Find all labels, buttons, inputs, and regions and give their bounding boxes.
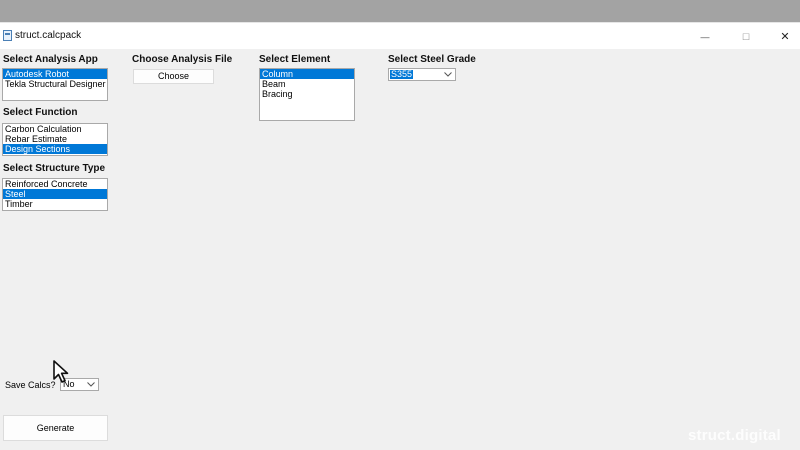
structure-type-option[interactable]: Steel	[3, 189, 107, 199]
window-title: struct.calcpack	[15, 30, 82, 41]
structure-type-option[interactable]: Timber	[3, 199, 107, 209]
close-icon: ✕	[780, 31, 790, 43]
generate-button[interactable]: Generate	[3, 415, 108, 441]
app-icon	[3, 30, 12, 41]
analysis-file-heading: Choose Analysis File	[132, 54, 233, 65]
structure-type-option[interactable]: Reinforced Concrete	[3, 179, 107, 189]
structure-type-heading: Select Structure Type	[3, 163, 106, 174]
element-heading: Select Element	[259, 54, 331, 65]
app-window: struct.calcpack — ☐ ✕ Select Analysis Ap…	[0, 22, 800, 450]
steel-grade-dropdown[interactable]: S355	[388, 68, 456, 81]
analysis-app-option[interactable]: Autodesk Robot	[3, 69, 107, 79]
watermark-logo: struct.digital	[688, 427, 781, 444]
title-bar: struct.calcpack — ☐ ✕	[0, 23, 800, 49]
function-listbox[interactable]: Carbon Calculation Rebar Estimate Design…	[2, 123, 108, 156]
choose-file-button[interactable]: Choose	[133, 69, 214, 84]
steel-grade-heading: Select Steel Grade	[388, 54, 476, 65]
maximize-icon: ☐	[741, 32, 751, 42]
chevron-down-icon	[87, 382, 95, 387]
minimize-button[interactable]: —	[685, 25, 725, 47]
element-listbox[interactable]: Column Beam Bracing	[259, 68, 355, 121]
save-calcs-label: Save Calcs?	[5, 380, 56, 390]
function-option[interactable]: Design Sections	[3, 144, 107, 154]
analysis-app-heading: Select Analysis App	[3, 54, 98, 65]
desktop-top-strip	[0, 0, 800, 22]
structure-type-listbox[interactable]: Reinforced Concrete Steel Timber	[2, 178, 108, 211]
element-option[interactable]: Column	[260, 69, 354, 79]
function-option[interactable]: Rebar Estimate	[3, 134, 107, 144]
steel-grade-value: S355	[390, 69, 414, 79]
function-option[interactable]: Carbon Calculation	[3, 124, 107, 134]
chevron-down-icon	[444, 72, 452, 77]
minimize-icon: —	[700, 32, 710, 42]
analysis-app-listbox[interactable]: Autodesk Robot Tekla Structural Designer	[2, 68, 108, 101]
element-option[interactable]: Bracing	[260, 89, 354, 99]
element-option[interactable]: Beam	[260, 79, 354, 89]
maximize-button[interactable]: ☐	[726, 25, 766, 47]
close-button[interactable]: ✕	[765, 25, 800, 47]
mouse-cursor-icon	[53, 360, 69, 383]
function-heading: Select Function	[3, 107, 78, 118]
analysis-app-option[interactable]: Tekla Structural Designer	[3, 79, 107, 89]
